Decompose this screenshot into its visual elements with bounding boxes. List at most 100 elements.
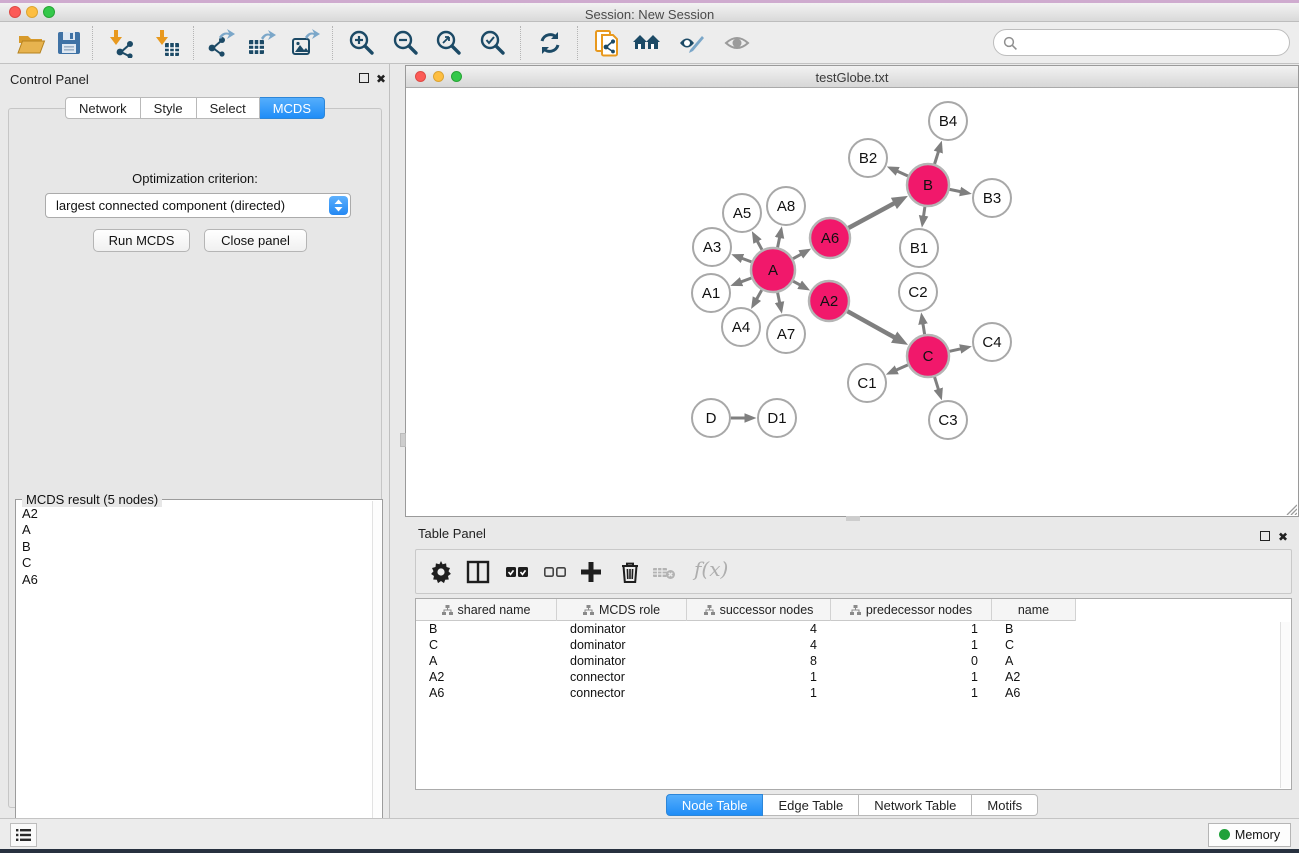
tab-node-table[interactable]: Node Table	[666, 794, 764, 816]
deselect-all-icon[interactable]	[542, 559, 568, 585]
cell-shared-name[interactable]: A2	[416, 669, 557, 685]
cell-MCDS-role[interactable]: connector	[557, 669, 687, 685]
cell-MCDS-role[interactable]: connector	[557, 685, 687, 701]
function-builder-icon[interactable]: f(x)	[694, 557, 728, 583]
cell-shared-name[interactable]: B	[416, 621, 557, 637]
cell-predecessor-nodes[interactable]: 1	[831, 621, 992, 637]
graph-edge-C-C3[interactable]	[935, 377, 940, 392]
graph-edge-B-B4[interactable]	[935, 149, 940, 164]
tab-style[interactable]: Style	[141, 97, 197, 119]
graph-edge-A-A5[interactable]	[756, 238, 762, 249]
table-settings-icon[interactable]	[428, 559, 454, 585]
table-row-A[interactable]: Adominator80A	[416, 653, 1291, 669]
add-column-icon[interactable]	[578, 559, 604, 585]
cell-successor-nodes[interactable]: 8	[687, 653, 831, 669]
cell-name[interactable]: A	[992, 653, 1076, 669]
graph-edge-A-A4[interactable]	[755, 290, 762, 302]
graph-edge-C-C1[interactable]	[894, 365, 908, 371]
graph-edge-A-A3[interactable]	[739, 257, 751, 262]
graph-edge-C-C2[interactable]	[922, 321, 924, 335]
result-scrollbar[interactable]	[372, 501, 381, 843]
network-graph[interactable]: B4B2BB3A8A5A6B1A3AC2A1A2A4A7C4CC1DD1C3	[406, 88, 1298, 517]
bottom-scroll-stub[interactable]	[846, 516, 860, 521]
tab-select[interactable]: Select	[197, 97, 260, 119]
split-panel-icon[interactable]	[465, 559, 491, 585]
column-header-shared-name[interactable]: shared name	[416, 599, 557, 621]
hide-graphics-details-icon[interactable]	[676, 28, 706, 58]
graph-edge-A-A7[interactable]	[778, 293, 781, 306]
column-header-predecessor-nodes[interactable]: predecessor nodes	[831, 599, 992, 621]
tab-network[interactable]: Network	[65, 97, 141, 119]
close-panel-icon[interactable]: ✖	[376, 72, 386, 86]
cell-name[interactable]: B	[992, 621, 1076, 637]
close-panel-button[interactable]: Close panel	[204, 229, 307, 252]
tab-mcds[interactable]: MCDS	[260, 97, 325, 119]
show-graphics-details-icon[interactable]	[722, 28, 752, 58]
cell-shared-name[interactable]: C	[416, 637, 557, 653]
column-header-MCDS-role[interactable]: MCDS role	[557, 599, 687, 621]
cell-successor-nodes[interactable]: 1	[687, 669, 831, 685]
criterion-dropdown[interactable]: largest connected component (directed)	[45, 193, 351, 218]
graph-edge-A6-B[interactable]	[848, 201, 898, 228]
cell-successor-nodes[interactable]: 4	[687, 621, 831, 637]
graph-edge-A-A8[interactable]	[778, 234, 781, 247]
tab-edge-table[interactable]: Edge Table	[763, 794, 859, 816]
table-row-A2[interactable]: A2connector11A2	[416, 669, 1291, 685]
graph-edge-A-A6[interactable]	[793, 253, 804, 259]
zoom-out-icon[interactable]	[391, 28, 421, 58]
table-float-icon[interactable]	[1260, 530, 1270, 544]
table-row-A6[interactable]: A6connector11A6	[416, 685, 1291, 701]
cell-successor-nodes[interactable]: 1	[687, 685, 831, 701]
tab-network-table[interactable]: Network Table	[859, 794, 972, 816]
graph-edge-B-B3[interactable]	[950, 189, 964, 192]
graph-edge-C-C4[interactable]	[949, 348, 963, 351]
graph-edge-A-A1[interactable]	[738, 278, 751, 283]
export-image-icon[interactable]	[290, 28, 320, 58]
cell-successor-nodes[interactable]: 4	[687, 637, 831, 653]
cell-predecessor-nodes[interactable]: 1	[831, 669, 992, 685]
float-panel-icon[interactable]	[359, 72, 369, 86]
cell-shared-name[interactable]: A	[416, 653, 557, 669]
graph-edge-A2-C[interactable]	[847, 311, 898, 339]
table-row-C[interactable]: Cdominator41C	[416, 637, 1291, 653]
delete-column-icon[interactable]	[617, 559, 643, 585]
resize-grip-icon[interactable]	[1285, 503, 1297, 515]
zoom-selected-icon[interactable]	[478, 28, 508, 58]
zoom-fit-icon[interactable]	[434, 28, 464, 58]
search-input[interactable]	[993, 29, 1290, 56]
table-scrollbar[interactable]	[1280, 622, 1290, 788]
run-mcds-button[interactable]: Run MCDS	[93, 229, 190, 252]
home-layout-icon[interactable]	[632, 28, 662, 58]
refresh-view-icon[interactable]	[535, 28, 565, 58]
cell-predecessor-nodes[interactable]: 1	[831, 685, 992, 701]
clone-network-icon[interactable]	[592, 28, 622, 58]
column-header-name[interactable]: name	[992, 599, 1076, 621]
tab-motifs[interactable]: Motifs	[972, 794, 1038, 816]
delete-table-icon[interactable]	[651, 559, 677, 585]
left-scroll-stub[interactable]	[400, 433, 406, 447]
select-all-icon[interactable]	[504, 559, 530, 585]
graph-edge-B-B1[interactable]	[923, 207, 925, 220]
cell-name[interactable]: C	[992, 637, 1076, 653]
cell-name[interactable]: A6	[992, 685, 1076, 701]
export-table-icon[interactable]	[246, 28, 276, 58]
table-close-icon[interactable]: ✖	[1278, 530, 1288, 544]
graph-edge-A-A2[interactable]	[793, 281, 803, 286]
column-header-successor-nodes[interactable]: successor nodes	[687, 599, 831, 621]
cell-predecessor-nodes[interactable]: 0	[831, 653, 992, 669]
export-network-icon[interactable]	[205, 28, 235, 58]
cell-name[interactable]: A2	[992, 669, 1076, 685]
memory-button[interactable]: Memory	[1208, 823, 1291, 847]
save-session-icon[interactable]	[54, 28, 84, 58]
table-row-B[interactable]: Bdominator41B	[416, 621, 1291, 637]
cell-predecessor-nodes[interactable]: 1	[831, 637, 992, 653]
cell-MCDS-role[interactable]: dominator	[557, 653, 687, 669]
import-table-icon[interactable]	[152, 28, 182, 58]
zoom-in-icon[interactable]	[347, 28, 377, 58]
cell-MCDS-role[interactable]: dominator	[557, 637, 687, 653]
open-session-icon[interactable]	[16, 28, 46, 58]
import-network-icon[interactable]	[106, 28, 136, 58]
task-history-button[interactable]	[10, 823, 37, 847]
cell-MCDS-role[interactable]: dominator	[557, 621, 687, 637]
graph-edge-B-B2[interactable]	[894, 170, 907, 176]
